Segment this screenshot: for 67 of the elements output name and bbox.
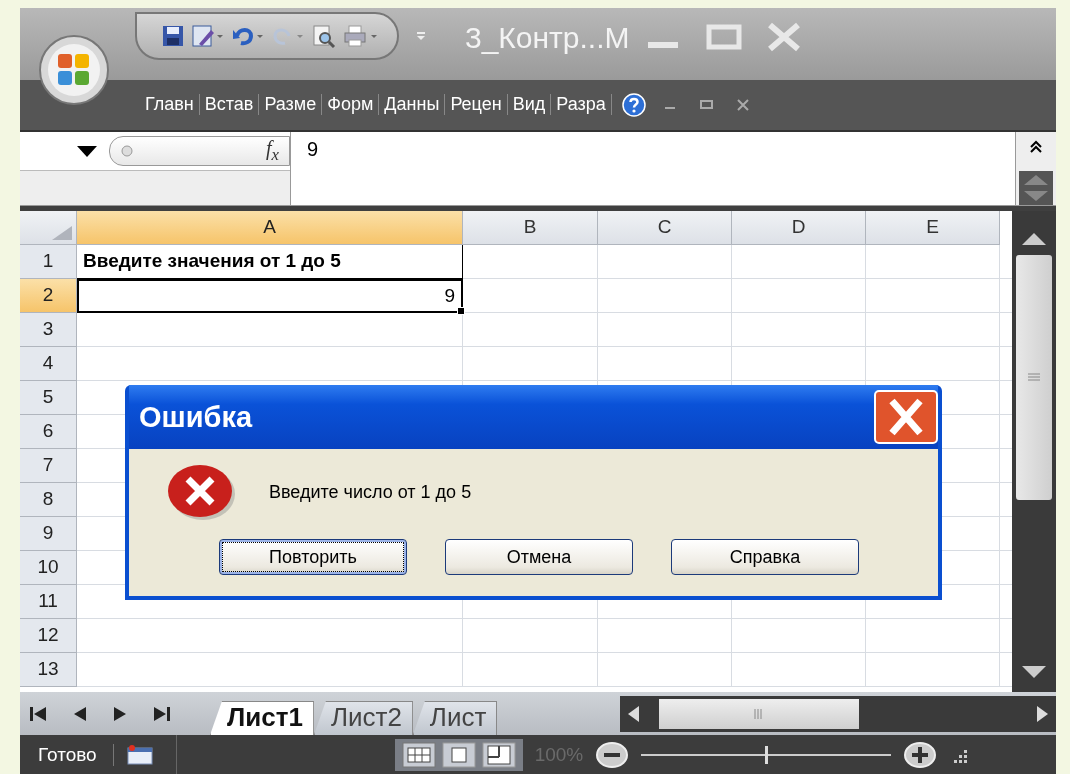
row-header[interactable]: 11 — [20, 584, 77, 619]
row-header[interactable]: 2 — [20, 278, 77, 313]
scroll-thumb[interactable] — [659, 698, 859, 729]
row-header[interactable]: 7 — [20, 448, 77, 483]
row-header[interactable]: 12 — [20, 618, 77, 653]
insert-function-button[interactable]: f$_{x}$ — [266, 136, 279, 165]
scroll-left-icon[interactable] — [628, 705, 639, 722]
column-header[interactable]: B — [463, 210, 598, 245]
row-header[interactable]: 9 — [20, 516, 77, 551]
zoom-in-icon[interactable] — [903, 740, 938, 769]
row-header[interactable]: 8 — [20, 482, 77, 517]
sheet-tab[interactable]: Лист1 — [210, 701, 314, 736]
scroll-right-icon[interactable] — [1037, 705, 1048, 722]
status-text: Готово — [38, 743, 114, 766]
macro-record-icon[interactable] — [125, 743, 154, 766]
ribbon-tab[interactable]: Форм — [322, 94, 380, 116]
window-title: 3_Контр...М — [465, 20, 630, 55]
help-icon[interactable] — [621, 92, 646, 117]
document-edit-icon[interactable] — [191, 23, 225, 48]
dropdown-arrow-icon[interactable] — [75, 143, 99, 158]
table-cell[interactable]: 9 — [77, 278, 463, 313]
row-header[interactable]: 3 — [20, 312, 77, 347]
corner-triangle-icon — [52, 225, 72, 240]
grip-icon — [1028, 373, 1040, 382]
row-header[interactable]: 5 — [20, 380, 77, 415]
handle-icon[interactable] — [120, 143, 134, 158]
dialog-message: Введите число от 1 до 5 — [269, 481, 472, 503]
sheet-tab[interactable]: Лист — [412, 701, 498, 736]
print-preview-icon[interactable] — [311, 23, 337, 48]
ribbon-tab[interactable]: Рецен — [445, 94, 508, 116]
save-icon[interactable] — [161, 23, 185, 48]
error-icon — [167, 463, 237, 521]
sheet-tab[interactable]: Лист2 — [313, 701, 413, 736]
page-break-icon[interactable] — [480, 740, 517, 769]
dialog-title: Ошибка — [139, 400, 253, 434]
scroll-thumb[interactable] — [1016, 254, 1052, 500]
vertical-scrollbar[interactable] — [1012, 210, 1056, 693]
row-header[interactable]: 13 — [20, 652, 77, 687]
select-all-button[interactable] — [20, 210, 77, 245]
ribbon-tab[interactable]: Главн — [140, 94, 200, 116]
ribbon-tab[interactable]: Встав — [199, 94, 260, 116]
ribbon-tab[interactable]: Разме — [259, 94, 323, 116]
normal-view-icon[interactable] — [400, 740, 437, 769]
page-layout-icon[interactable] — [440, 740, 477, 769]
row-header[interactable]: 6 — [20, 414, 77, 449]
dialog-button[interactable]: Повторить — [219, 539, 407, 575]
column-header[interactable]: A — [77, 210, 463, 245]
formula-field[interactable]: 9 — [291, 131, 1015, 205]
row-header[interactable]: 4 — [20, 346, 77, 381]
column-header[interactable]: E — [866, 210, 1000, 245]
dialog-button[interactable]: Отмена — [445, 539, 633, 575]
ribbon-tab[interactable]: Разра — [551, 94, 612, 116]
ribbon-tab[interactable]: Данны — [379, 94, 446, 116]
close-button[interactable] — [874, 390, 938, 444]
table-cell[interactable]: Введите значения от 1 до 5 — [77, 244, 463, 279]
spin-icon[interactable] — [1019, 170, 1053, 205]
row-header[interactable]: 10 — [20, 550, 77, 585]
dialog-button[interactable]: Справка — [671, 539, 859, 575]
column-header[interactable]: D — [732, 210, 866, 245]
ribbon-tab[interactable]: Вид — [507, 94, 552, 116]
zoom-out-icon[interactable] — [595, 740, 630, 769]
grip-icon — [754, 708, 764, 719]
scroll-up-icon[interactable] — [1022, 232, 1046, 245]
horizontal-scrollbar[interactable] — [620, 695, 1056, 732]
scroll-down-icon[interactable] — [1022, 666, 1046, 679]
column-header[interactable]: C — [598, 210, 732, 245]
row-header[interactable]: 1 — [20, 244, 77, 279]
